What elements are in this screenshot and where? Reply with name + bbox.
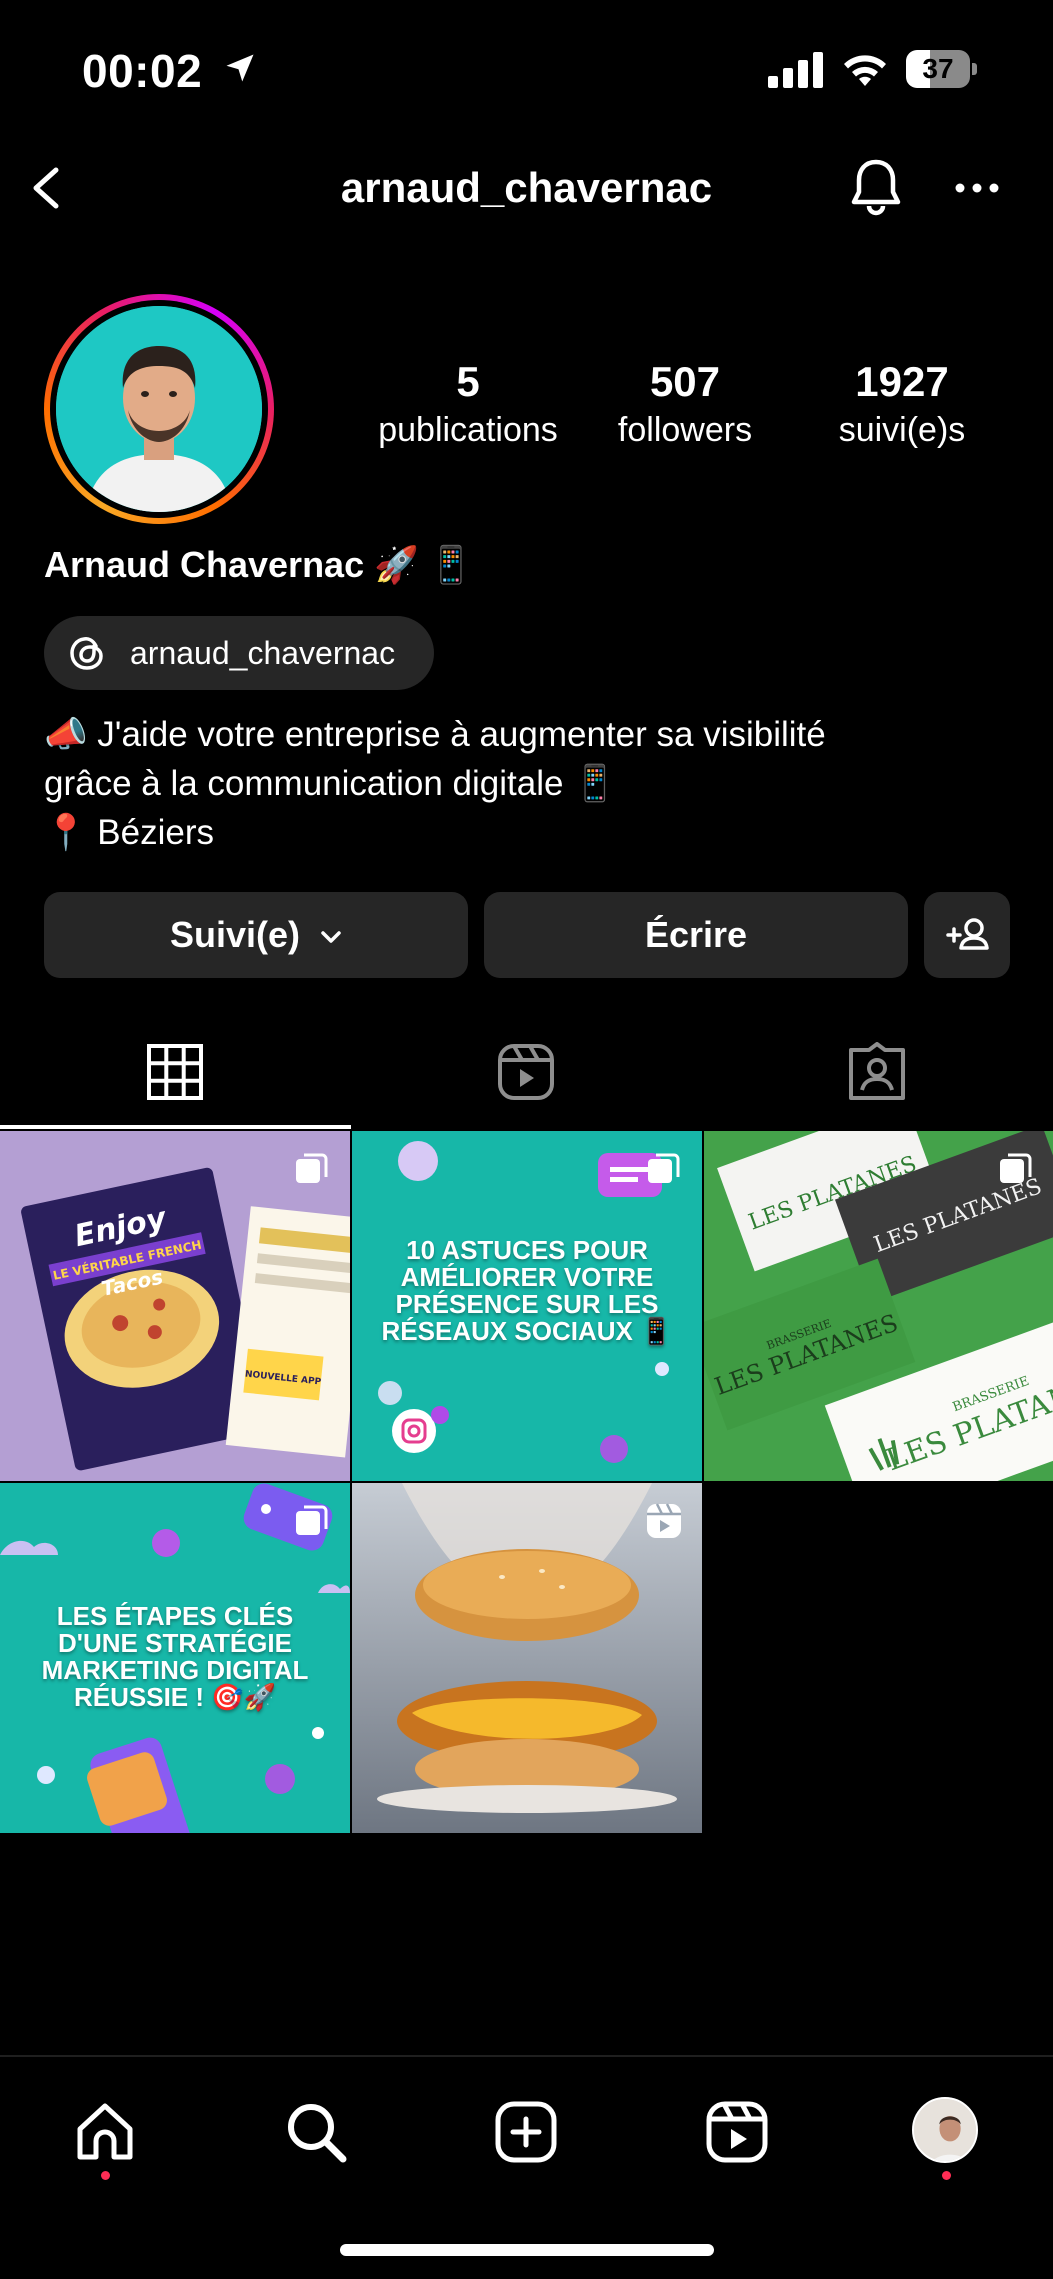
- tagged-icon: [849, 1042, 905, 1100]
- reels-icon: [706, 2101, 768, 2163]
- wifi-icon: [844, 55, 886, 86]
- battery-level: 37: [922, 53, 954, 84]
- notification-dot: [101, 2171, 110, 2180]
- nav-search[interactable]: [281, 2097, 351, 2167]
- profile-header: arnaud_chavernac: [0, 140, 1053, 236]
- post-thumbnail[interactable]: LES ÉTAPES CLÉS D'UNE STRATÉGIE MARKETIN…: [0, 1483, 350, 1833]
- status-time: 00:02: [82, 45, 203, 97]
- following-button-label: Suivi(e): [169, 914, 300, 955]
- profile-avatar-small: [912, 2097, 978, 2163]
- threads-icon: [70, 637, 103, 670]
- tab-reels[interactable]: [351, 1020, 702, 1130]
- bio-line: 📍 Béziers: [44, 813, 215, 852]
- posts-stat[interactable]: 5 publications: [368, 356, 568, 452]
- nav-create[interactable]: [491, 2097, 561, 2167]
- notification-dot: [942, 2171, 951, 2180]
- avatar-photo: [56, 306, 262, 512]
- post-thumbnail[interactable]: 10 ASTUCES POUR AMÉLIORER VOTRE PRÉSENCE…: [352, 1131, 702, 1481]
- following-button[interactable]: Suivi(e): [44, 892, 468, 978]
- grid-icon: [147, 1044, 203, 1100]
- nav-reels[interactable]: [702, 2097, 772, 2167]
- reels-icon: [498, 1044, 554, 1100]
- carousel-icon: [296, 1505, 328, 1535]
- threads-handle: arnaud_chavernac: [130, 635, 396, 671]
- search-icon: [288, 2104, 347, 2163]
- followers-stat[interactable]: 507 followers: [590, 356, 780, 452]
- tab-posts-grid[interactable]: [0, 1020, 351, 1130]
- post-caption: LES ÉTAPES CLÉS D'UNE STRATÉGIE MARKETIN…: [41, 1601, 309, 1712]
- post-thumbnail[interactable]: LES PLATANES LES PLATANES BRASSERIE LES …: [704, 1131, 1053, 1481]
- bio-line: grâce à la communication digitale 📱: [44, 764, 617, 803]
- nav-profile[interactable]: [912, 2097, 982, 2167]
- nav-home[interactable]: [70, 2097, 140, 2167]
- message-button-label: Écrire: [644, 914, 748, 955]
- active-tab-indicator: [0, 1125, 351, 1129]
- home-indicator: [340, 2244, 714, 2256]
- home-icon: [77, 2103, 133, 2160]
- display-name: Arnaud Chavernac 🚀 📱: [44, 544, 474, 585]
- threads-badge[interactable]: arnaud_chavernac: [44, 616, 434, 690]
- reel-icon: [647, 1503, 681, 1538]
- profile-tabs: [0, 1020, 1053, 1130]
- post-caption: 10 ASTUCES POUR AMÉLIORER VOTRE PRÉSENCE…: [381, 1235, 673, 1346]
- signal-icon: [768, 52, 823, 88]
- status-bar: 00:02 37: [0, 0, 1053, 140]
- post-thumbnail[interactable]: [352, 1483, 702, 1833]
- following-count: 1927: [855, 358, 949, 405]
- suggest-people-button[interactable]: [924, 892, 1010, 978]
- add-person-icon: [946, 918, 989, 950]
- carousel-icon: [1000, 1153, 1032, 1183]
- battery-icon: 37: [906, 50, 978, 88]
- profile-avatar[interactable]: [44, 294, 274, 524]
- bell-icon[interactable]: [848, 156, 904, 218]
- carousel-icon: [648, 1153, 680, 1183]
- posts-label: publications: [378, 411, 558, 449]
- create-icon: [495, 2101, 557, 2163]
- profile-bio: 📣 J'aide votre entreprise à augmenter sa…: [44, 710, 1024, 857]
- tab-tagged[interactable]: [702, 1020, 1053, 1130]
- following-stat[interactable]: 1927 suivi(e)s: [802, 356, 1002, 452]
- following-label: suivi(e)s: [838, 411, 966, 449]
- followers-count: 507: [649, 358, 721, 405]
- message-button[interactable]: Écrire: [484, 892, 908, 978]
- carousel-icon: [296, 1153, 328, 1183]
- chevron-down-icon: [321, 931, 341, 944]
- more-icon[interactable]: [952, 170, 1002, 206]
- followers-label: followers: [617, 411, 753, 449]
- location-arrow-icon: [226, 54, 254, 82]
- posts-count: 5: [456, 358, 480, 405]
- post-thumbnail[interactable]: Enjoy LE VÉRITABLE FRENCH Tacos NOUVELLE…: [0, 1131, 350, 1481]
- bio-line: 📣 J'aide votre entreprise à augmenter sa…: [44, 715, 826, 754]
